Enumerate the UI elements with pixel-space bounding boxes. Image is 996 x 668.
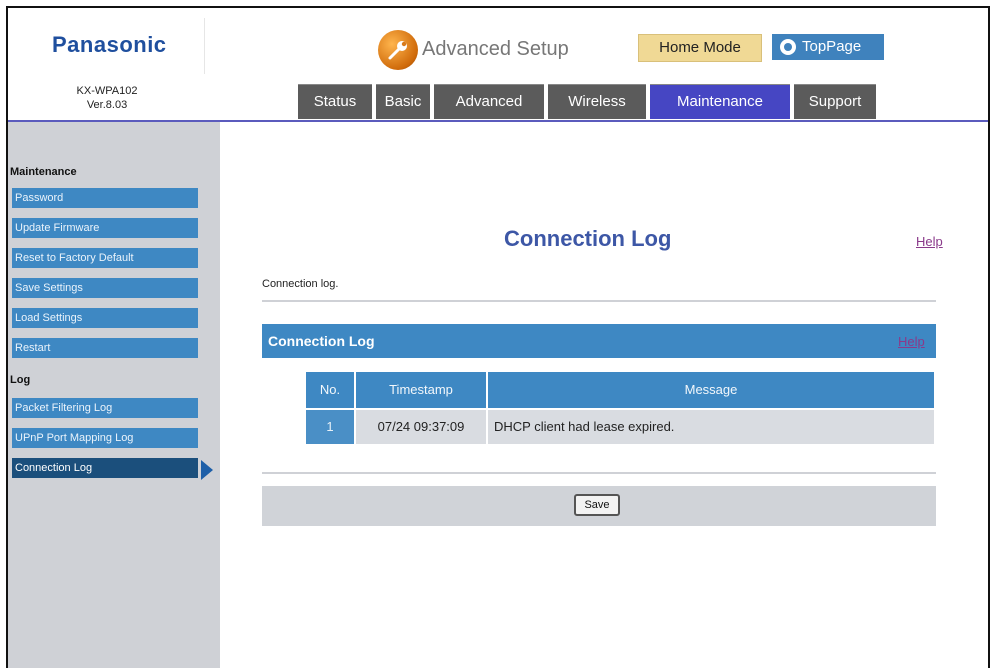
page-description: Connection log. — [262, 278, 339, 290]
column-header-message: Message — [488, 372, 934, 408]
tab-advanced[interactable]: Advanced — [434, 84, 544, 119]
help-link[interactable]: Help — [916, 234, 943, 249]
sidebar-heading-log: Log — [10, 374, 31, 386]
wrench-icon — [378, 30, 418, 70]
tab-basic[interactable]: Basic — [376, 84, 430, 119]
table-cell-timestamp: 07/24 09:37:09 — [356, 410, 486, 444]
sidebar-item-save-settings[interactable]: Save Settings — [12, 278, 198, 298]
main-content: Connection Log Help Connection log. Conn… — [220, 122, 988, 668]
table-cell-message: DHCP client had lease expired. — [488, 410, 934, 444]
divider — [262, 472, 936, 474]
device-info: KX-WPA102 Ver.8.03 — [8, 84, 206, 112]
sidebar-item-password[interactable]: Password — [12, 188, 198, 208]
column-header-timestamp: Timestamp — [356, 372, 486, 408]
page-header-title: Advanced Setup — [422, 38, 569, 60]
tab-maintenance[interactable]: Maintenance — [650, 84, 790, 119]
column-header-no: No. — [306, 372, 354, 408]
sidebar-item-update-firmware[interactable]: Update Firmware — [12, 218, 198, 238]
window-frame: Panasonic KX-WPA102 Ver.8.03 Advanced Se… — [6, 6, 990, 668]
arrow-right-icon — [201, 460, 213, 480]
sidebar-item-restart[interactable]: Restart — [12, 338, 198, 358]
header: Panasonic KX-WPA102 Ver.8.03 Advanced Se… — [8, 8, 988, 122]
tab-wireless[interactable]: Wireless — [548, 84, 646, 119]
toppage-button[interactable]: TopPage — [772, 34, 884, 60]
home-mode-button[interactable]: Home Mode — [638, 34, 762, 62]
section-header: Connection Log Help — [262, 324, 936, 358]
sidebar-item-connection-log[interactable]: Connection Log — [12, 458, 198, 478]
logo-box: Panasonic — [18, 18, 205, 74]
table-cell-no: 1 — [306, 410, 354, 444]
brand-logo: Panasonic — [52, 32, 167, 57]
page-title: Connection Log — [504, 226, 672, 251]
tab-support[interactable]: Support — [794, 84, 876, 119]
section-help-link[interactable]: Help — [898, 334, 925, 349]
sidebar: Maintenance Password Update Firmware Res… — [8, 122, 220, 668]
save-button[interactable]: Save — [574, 494, 620, 516]
divider — [262, 300, 936, 302]
tab-status[interactable]: Status — [298, 84, 372, 119]
section-title: Connection Log — [268, 333, 375, 349]
sidebar-item-reset-factory-default[interactable]: Reset to Factory Default — [12, 248, 198, 268]
sidebar-item-load-settings[interactable]: Load Settings — [12, 308, 198, 328]
save-bar: Save — [262, 486, 936, 526]
sidebar-item-upnp-port-mapping-log[interactable]: UPnP Port Mapping Log — [12, 428, 198, 448]
home-circle-icon — [780, 39, 796, 55]
firmware-version: Ver.8.03 — [86, 99, 128, 111]
sidebar-heading-maintenance: Maintenance — [10, 166, 77, 178]
model-name: KX-WPA102 — [76, 85, 138, 97]
sidebar-item-packet-filtering-log[interactable]: Packet Filtering Log — [12, 398, 198, 418]
toppage-label: TopPage — [802, 38, 862, 55]
